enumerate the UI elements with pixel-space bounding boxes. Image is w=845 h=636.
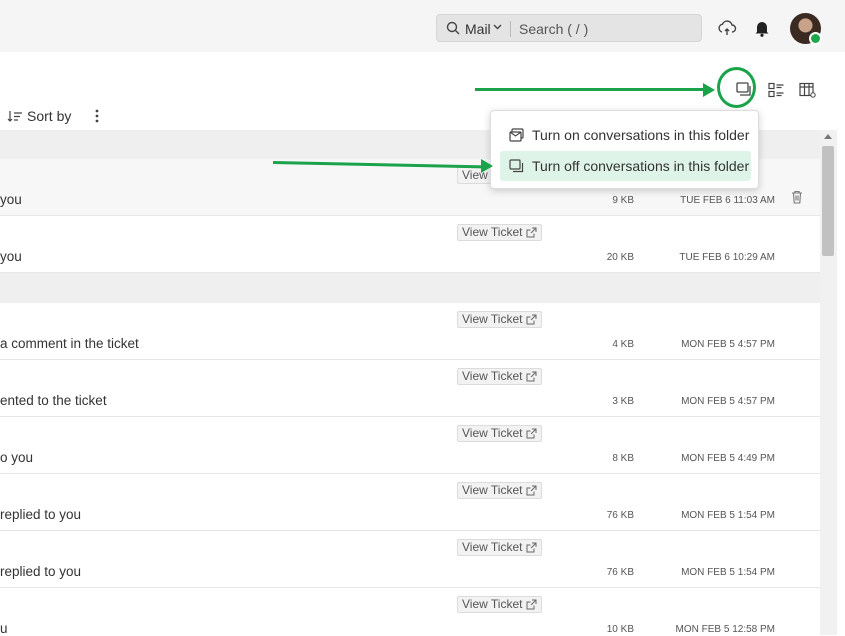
search-scope-label[interactable]: Mail: [465, 21, 491, 37]
view-ticket-button[interactable]: View Ticket: [457, 224, 543, 241]
annotation-arrowhead: [703, 83, 715, 97]
mail-size: 76 KB: [606, 510, 634, 521]
view-ticket-button[interactable]: View Ticket: [457, 539, 543, 556]
scroll-up-arrow[interactable]: [824, 134, 832, 139]
view-ticket-button[interactable]: View Ticket: [457, 425, 543, 442]
menu-item-label: Turn off conversations in this folder: [532, 158, 750, 174]
mail-size: 3 KB: [612, 396, 634, 407]
view-ticket-button[interactable]: View Ticket: [457, 482, 543, 499]
mail-date: TUE FEB 6 10:29 AM: [679, 252, 775, 263]
mail-date: MON FEB 5 4:57 PM: [681, 339, 775, 350]
conversation-on-icon: [509, 128, 524, 142]
group-header: [0, 273, 820, 303]
list-view-icon[interactable]: [768, 82, 784, 98]
mail-size: 76 KB: [606, 567, 634, 578]
mail-subject: replied to you: [0, 507, 82, 522]
menu-item-turn-off-conversations[interactable]: Turn off conversations in this folder: [500, 151, 751, 181]
search-icon: [446, 21, 460, 35]
external-link-icon: [526, 371, 537, 382]
view-ticket-label: View Ticket: [462, 225, 523, 239]
view-ticket-label: View Ticket: [462, 426, 523, 440]
scrollbar[interactable]: [820, 130, 837, 635]
mail-row[interactable]: replied to you View Ticket 76 KB MON FEB…: [0, 531, 820, 588]
chevron-down-icon[interactable]: [493, 24, 502, 30]
external-link-icon: [526, 485, 537, 496]
mail-date: MON FEB 5 4:57 PM: [681, 396, 775, 407]
search-bar[interactable]: Mail: [436, 14, 702, 42]
view-ticket-button[interactable]: View Ticket: [457, 311, 543, 328]
mail-date: MON FEB 5 4:49 PM: [681, 453, 775, 464]
mail-subject: u: [0, 621, 8, 636]
sort-icon: [7, 110, 22, 122]
view-ticket-label: View Ticket: [462, 369, 523, 383]
mail-subject: you: [0, 249, 22, 264]
mail-row[interactable]: ented to the ticket View Ticket 3 KB MON…: [0, 360, 820, 417]
mail-date: TUE FEB 6 11:03 AM: [680, 195, 775, 206]
annotation-arrow: [475, 88, 705, 91]
annotation-circle: [717, 67, 756, 108]
view-ticket-label: View Ticket: [462, 597, 523, 611]
mail-row[interactable]: u View Ticket 10 KB MON FEB 5 12:58 PM: [0, 588, 820, 636]
external-link-icon: [526, 227, 537, 238]
mail-row[interactable]: replied to you View Ticket 76 KB MON FEB…: [0, 474, 820, 531]
bell-icon[interactable]: [754, 19, 770, 37]
conversation-menu: Turn on conversations in this folder Tur…: [490, 110, 759, 189]
avatar[interactable]: [790, 13, 822, 45]
external-link-icon: [526, 428, 537, 439]
menu-item-label: Turn on conversations in this folder: [532, 127, 750, 143]
mail-subject: replied to you: [0, 564, 82, 579]
view-ticket-label: View Ticket: [462, 540, 523, 554]
external-link-icon: [526, 599, 537, 610]
menu-item-turn-on-conversations[interactable]: Turn on conversations in this folder: [500, 120, 751, 150]
view-ticket-label: View Ticket: [462, 312, 523, 326]
conversation-off-icon: [509, 159, 524, 173]
trash-icon[interactable]: [791, 190, 803, 204]
mail-size: 8 KB: [612, 453, 634, 464]
more-options-icon[interactable]: [95, 109, 99, 123]
mail-row[interactable]: a comment in the ticket View Ticket 4 KB…: [0, 303, 820, 360]
mail-subject: o you: [0, 450, 34, 465]
online-status-dot: [809, 32, 822, 45]
sort-by-button[interactable]: Sort by: [7, 108, 71, 124]
view-ticket-label: View Ticket: [462, 483, 523, 497]
mail-size: 9 KB: [612, 195, 634, 206]
sort-by-label: Sort by: [27, 108, 72, 124]
external-link-icon: [526, 314, 537, 325]
search-divider: [510, 21, 511, 37]
scrollbar-thumb[interactable]: [822, 146, 834, 256]
mail-subject: you: [0, 192, 22, 207]
mail-date: MON FEB 5 12:58 PM: [675, 624, 775, 635]
mail-date: MON FEB 5 1:54 PM: [681, 567, 775, 578]
mail-size: 20 KB: [606, 252, 634, 263]
mail-row[interactable]: o you View Ticket 8 KB MON FEB 5 4:49 PM: [0, 417, 820, 474]
annotation-arrowhead: [481, 159, 493, 173]
mail-size: 4 KB: [612, 339, 634, 350]
view-ticket-button[interactable]: View Ticket: [457, 596, 543, 613]
column-settings-icon[interactable]: [799, 82, 816, 98]
mail-date: MON FEB 5 1:54 PM: [681, 510, 775, 521]
mail-row[interactable]: you View Ticket 20 KB TUE FEB 6 10:29 AM: [0, 216, 820, 273]
search-input[interactable]: [517, 18, 701, 40]
external-link-icon: [526, 542, 537, 553]
mail-subject: ented to the ticket: [0, 393, 107, 408]
cloud-sync-icon[interactable]: [717, 19, 737, 37]
view-ticket-button[interactable]: View Ticket: [457, 368, 543, 385]
mail-subject: a comment in the ticket: [0, 336, 139, 351]
mail-size: 10 KB: [606, 624, 634, 635]
